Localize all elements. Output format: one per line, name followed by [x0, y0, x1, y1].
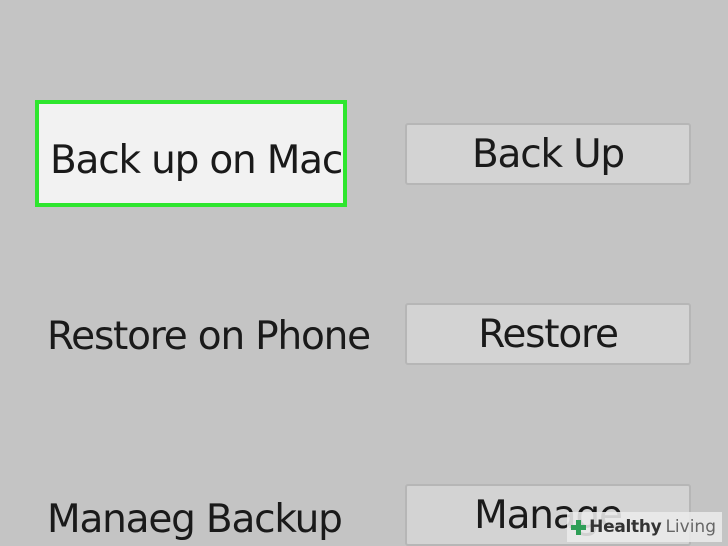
watermark-bold-text: Healthy: [589, 517, 662, 537]
row-label-back-up-on-mac: Back up on Mac: [50, 138, 343, 183]
watermark: Healthy Living: [567, 512, 722, 542]
plus-icon: [571, 519, 587, 535]
watermark-light-text: Living: [665, 517, 716, 537]
highlighted-row-back-up-on-mac: Back up on Mac: [35, 100, 347, 207]
restore-button[interactable]: Restore: [405, 303, 691, 365]
back-up-button[interactable]: Back Up: [405, 123, 691, 185]
row-label-manage-backup: Manaeg Backup: [47, 497, 343, 542]
row-label-restore-on-phone: Restore on Phone: [47, 314, 371, 359]
